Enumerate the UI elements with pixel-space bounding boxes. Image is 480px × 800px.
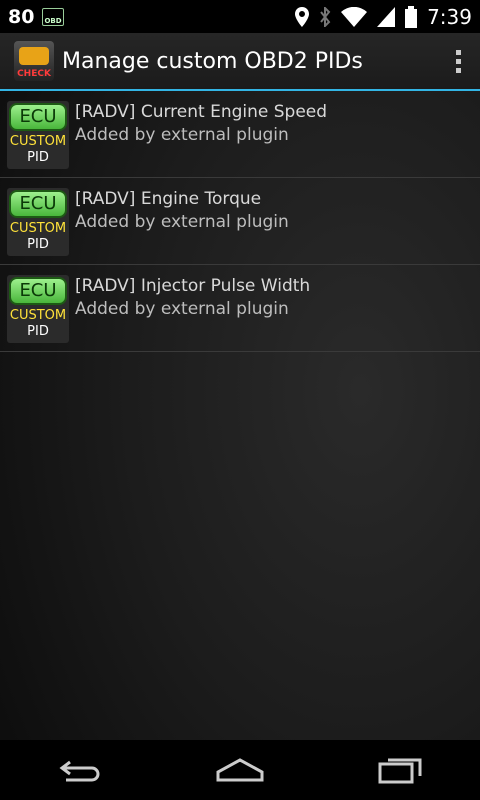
list-item-subtitle: Added by external plugin xyxy=(75,299,289,319)
bluetooth-icon xyxy=(320,6,331,27)
list-item-title: [RADV] Injector Pulse Width xyxy=(75,276,311,296)
list-item-subtitle: Added by external plugin xyxy=(75,125,289,145)
navigation-bar xyxy=(0,740,480,800)
wifi-icon xyxy=(341,6,368,27)
overflow-menu-icon[interactable] xyxy=(436,32,480,90)
action-bar: CHECK Manage custom OBD2 PIDs xyxy=(0,33,480,91)
clock: 7:39 xyxy=(427,4,472,29)
pid-list: ECU CUSTOM PID [RADV] Current Engine Spe… xyxy=(0,91,480,740)
notification-count: 80 xyxy=(8,5,35,28)
home-icon[interactable] xyxy=(210,750,270,790)
signal-icon xyxy=(377,6,396,27)
obd-notification-icon: OBD xyxy=(42,7,65,26)
custom-pid-icon: ECU CUSTOM PID xyxy=(7,101,69,169)
app-icon[interactable]: CHECK xyxy=(14,41,54,81)
custom-pid-icon: ECU CUSTOM PID xyxy=(7,188,69,256)
status-bar: 80 OBD 7:39 xyxy=(0,0,480,33)
list-item-subtitle: Added by external plugin xyxy=(75,212,289,232)
location-icon xyxy=(295,6,310,27)
page-title: Manage custom OBD2 PIDs xyxy=(62,48,363,74)
custom-pid-icon: ECU CUSTOM PID xyxy=(7,275,69,343)
list-item[interactable]: ECU CUSTOM PID [RADV] Engine Torque Adde… xyxy=(0,178,480,265)
list-item-title: [RADV] Current Engine Speed xyxy=(75,102,328,122)
list-item[interactable]: ECU CUSTOM PID [RADV] Current Engine Spe… xyxy=(0,91,480,178)
check-engine-icon xyxy=(19,47,49,65)
back-icon[interactable] xyxy=(50,750,110,790)
battery-icon xyxy=(405,5,418,28)
list-item-title: [RADV] Engine Torque xyxy=(75,189,262,209)
recents-icon[interactable] xyxy=(370,750,430,790)
list-item[interactable]: ECU CUSTOM PID [RADV] Injector Pulse Wid… xyxy=(0,265,480,352)
